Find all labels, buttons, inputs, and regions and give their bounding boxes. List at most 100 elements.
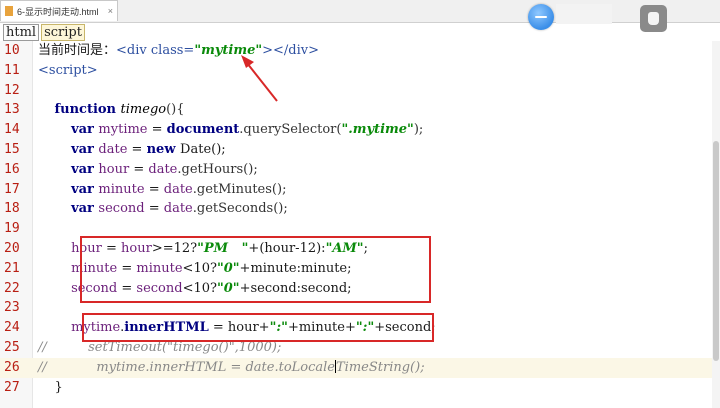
code-token: var — [71, 201, 99, 217]
line-number: 23 — [4, 300, 20, 316]
html-file-icon — [5, 6, 13, 16]
code-token: 当前时间是： — [38, 43, 117, 58]
code-line[interactable]: 15 var date = new Date(); — [0, 140, 712, 160]
line-number: 16 — [4, 161, 20, 177]
line-number: 15 — [4, 141, 20, 157]
code-line[interactable]: 13 function timego(){ — [0, 100, 712, 120]
line-number: 22 — [4, 280, 20, 296]
code-token: setTimeout("timego()",1000); — [46, 339, 282, 355]
code-token: } — [38, 379, 63, 395]
code-line[interactable]: 18 var second = date.getSeconds(); — [0, 199, 712, 219]
line-number: 27 — [4, 379, 20, 395]
line-number: 24 — [4, 320, 20, 336]
code-token: date — [163, 181, 193, 197]
line-number: 18 — [4, 201, 20, 217]
line-number: 14 — [4, 122, 20, 138]
highlight-box-format — [80, 236, 431, 303]
line-number: 17 — [4, 181, 20, 197]
code-text: function timego(){ — [38, 100, 185, 120]
code-token: = — [127, 141, 147, 157]
code-line[interactable]: 16 var hour = date.getHours(); — [0, 160, 712, 180]
code-token: var — [71, 181, 99, 197]
floating-panel — [556, 4, 612, 24]
code-token: <script> — [38, 62, 98, 78]
breadcrumb: html script — [3, 24, 85, 41]
code-token: .getMinutes(); — [192, 181, 287, 197]
code-token: minute — [98, 181, 145, 197]
tab-bar: 6-显示时间走动.html × — [0, 0, 720, 23]
code-token: class= — [150, 43, 195, 58]
code-token: .getSeconds(); — [192, 201, 288, 217]
code-token: date — [163, 201, 193, 217]
code-token: var — [71, 141, 99, 157]
code-text: var date = new Date(); — [38, 140, 226, 160]
code-token: ); — [413, 122, 424, 138]
code-line[interactable]: 11 <script> — [0, 61, 712, 81]
breadcrumb-script[interactable]: script — [41, 24, 85, 41]
line-number: 19 — [4, 221, 20, 237]
code-token: // — [38, 339, 47, 355]
code-token: TimeString(); — [336, 359, 425, 375]
vertical-scrollbar[interactable] — [712, 41, 720, 408]
code-token: mytime — [98, 122, 148, 138]
code-text: // mytime.innerHTML = date.toLocaleTimeS… — [38, 358, 425, 378]
code-token: Date(); — [180, 141, 226, 157]
file-tab-label: 6-显示时间走动.html — [17, 6, 99, 17]
code-token: <div — [116, 43, 151, 58]
code-token: date — [98, 141, 128, 157]
code-text: var mytime = document.querySelector(".my… — [38, 120, 423, 140]
code-token: ></div> — [262, 43, 320, 58]
code-token: (){ — [166, 102, 185, 118]
line-number: 21 — [4, 260, 20, 276]
code-editor[interactable]: 10 当前时间是：<div class="mytime"></div> 11 <scr… — [0, 41, 712, 397]
code-text: <script> — [38, 61, 98, 81]
code-token: timego — [120, 102, 167, 118]
line-number: 12 — [4, 82, 20, 98]
code-text: var second = date.getSeconds(); — [38, 199, 288, 219]
code-token: document — [166, 122, 240, 138]
code-token: var — [71, 161, 99, 177]
code-line[interactable]: 10 当前时间是：<div class="mytime"></div> — [0, 41, 712, 61]
line-number: 26 — [4, 359, 20, 375]
code-token: mytime.innerHTML = date.toLocale — [46, 359, 335, 375]
assistant-ball-icon[interactable] — [528, 4, 554, 30]
code-line[interactable]: 26 // mytime.innerHTML = date.toLocaleTim… — [0, 357, 712, 378]
code-token: = — [144, 201, 164, 217]
code-token: var — [71, 122, 99, 138]
code-line[interactable]: 14 var mytime = document.querySelector("… — [0, 120, 712, 140]
code-token: "mytime" — [194, 43, 263, 58]
scrollbar-thumb[interactable] — [713, 141, 719, 361]
code-token: = — [144, 181, 164, 197]
code-token: function — [54, 102, 121, 118]
code-token: hour — [98, 161, 130, 177]
breadcrumb-html[interactable]: html — [3, 24, 40, 41]
code-token: new — [146, 141, 181, 157]
highlight-box-innerhtml — [82, 313, 434, 342]
code-text: } — [38, 378, 63, 398]
code-token: date — [148, 161, 178, 177]
code-token: .getHours(); — [177, 161, 258, 177]
code-token: second — [98, 201, 145, 217]
close-icon[interactable]: × — [108, 6, 113, 16]
line-number: 25 — [4, 339, 20, 355]
code-text: 当前时间是：<div class="mytime"></div> — [38, 41, 319, 61]
code-token: ".mytime" — [341, 122, 414, 138]
code-text: var minute = date.getMinutes(); — [38, 180, 286, 200]
code-line[interactable]: 12 — [0, 81, 712, 101]
line-number: 10 — [4, 43, 20, 58]
code-line[interactable]: 27 } — [0, 378, 712, 398]
code-token: // — [38, 359, 47, 375]
file-tab[interactable]: 6-显示时间走动.html × — [0, 0, 118, 21]
code-line[interactable]: 17 var minute = date.getMinutes(); — [0, 180, 712, 200]
line-number: 13 — [4, 102, 20, 118]
code-token: .querySelector( — [239, 122, 342, 138]
app-icon[interactable] — [640, 5, 667, 32]
